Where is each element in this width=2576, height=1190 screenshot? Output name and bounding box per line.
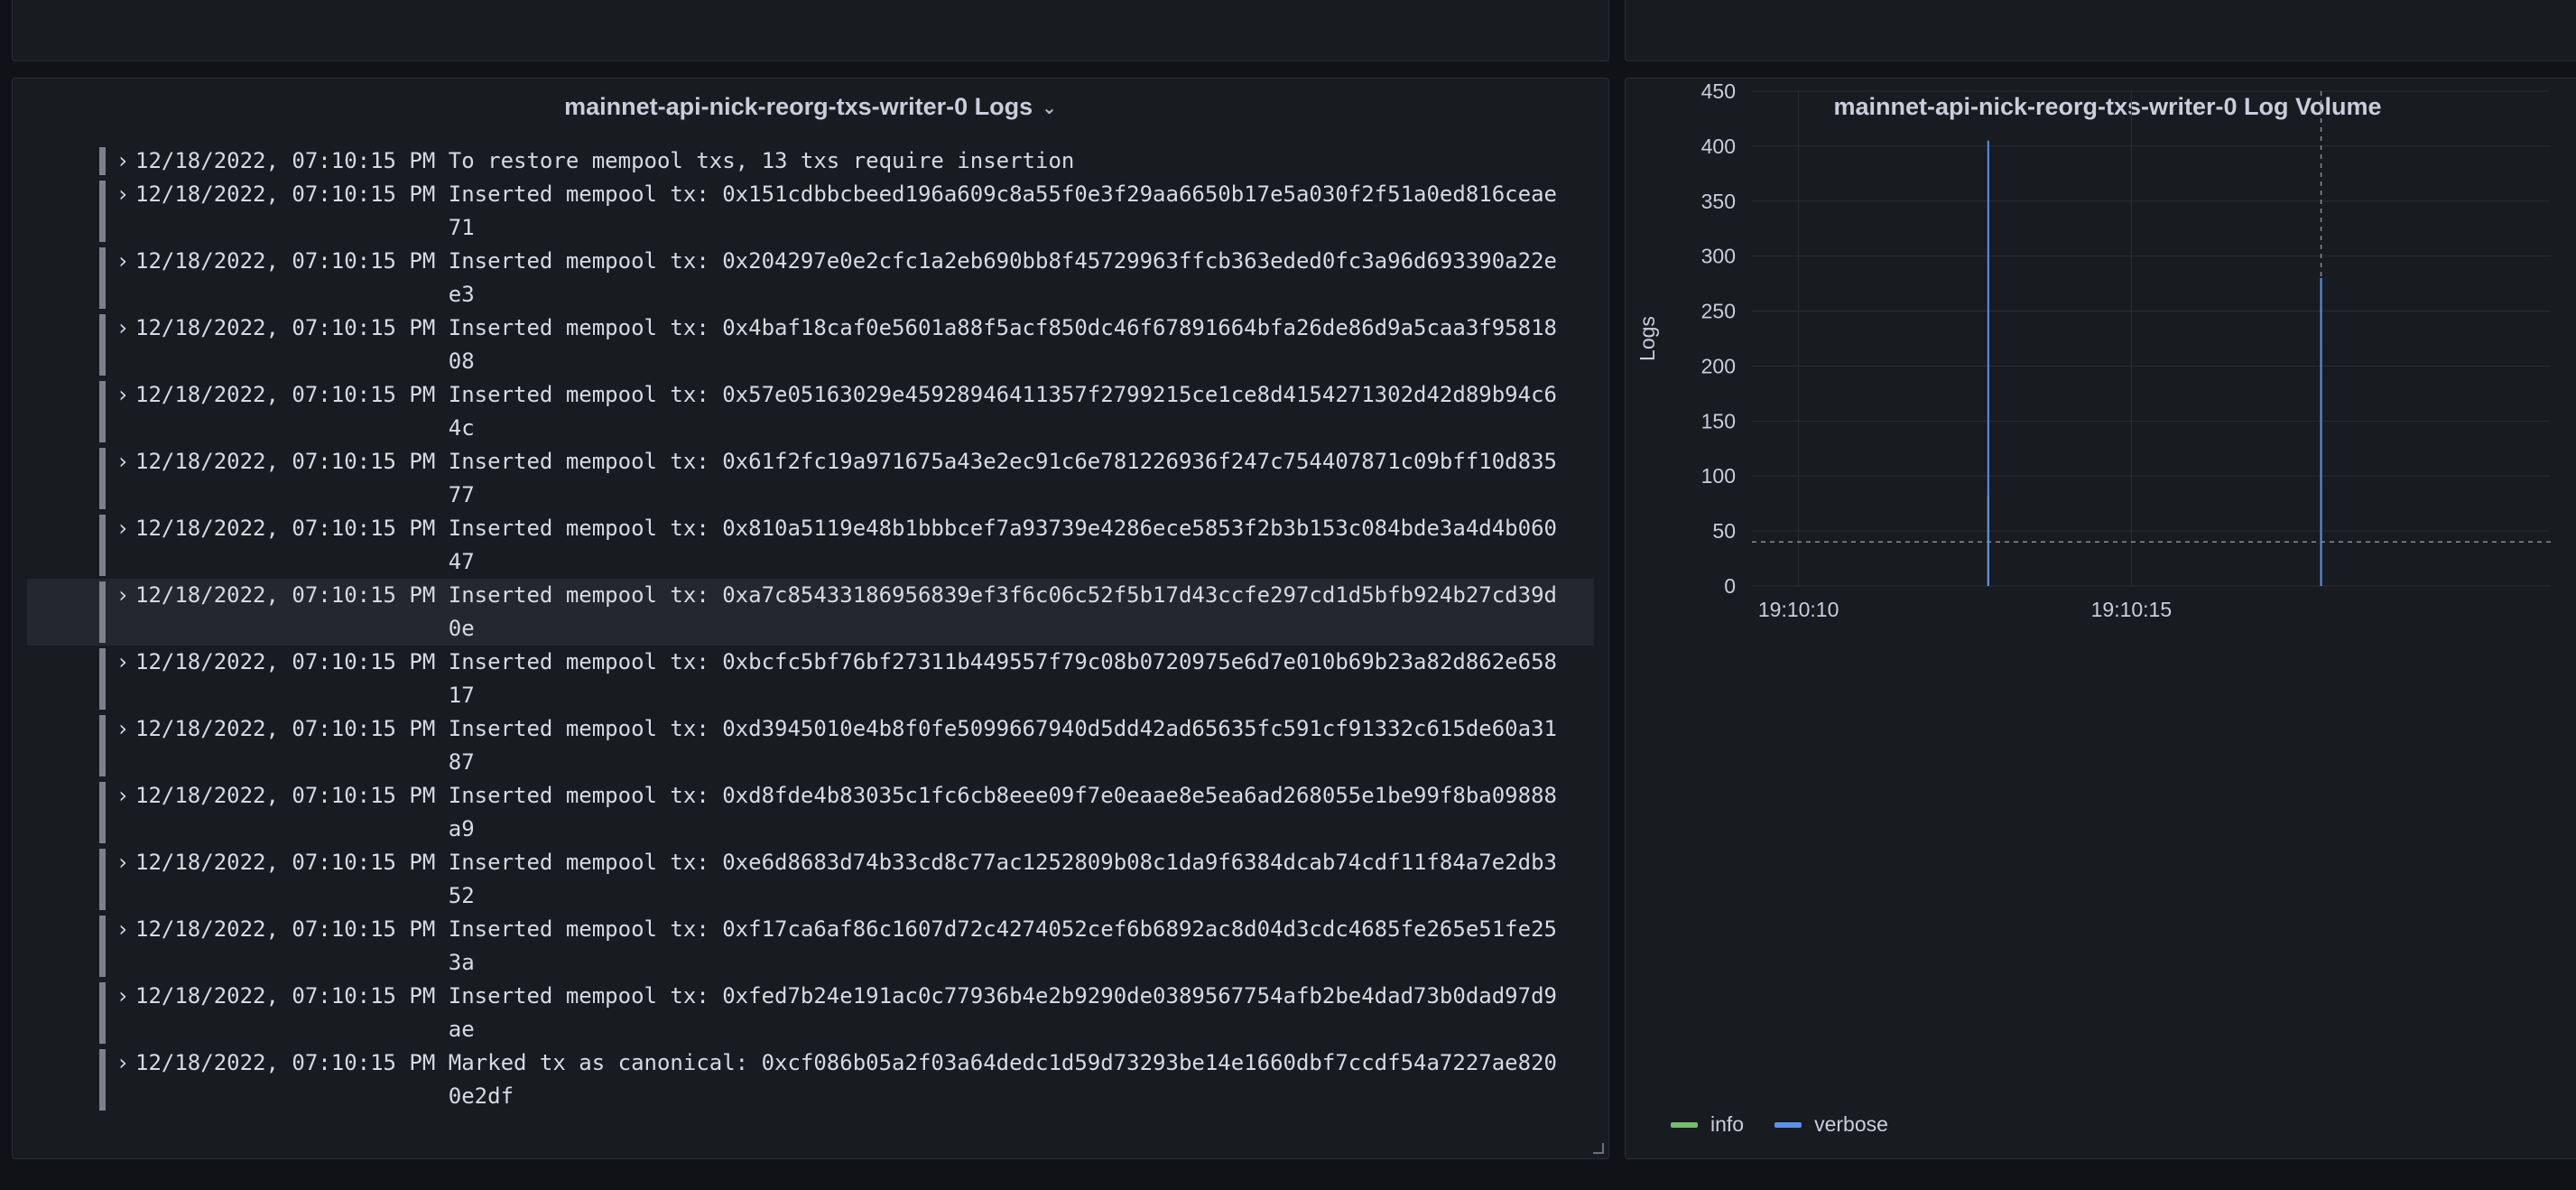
log-line-text: 12/18/2022, 07:10:15 PM Inserted mempool… [135,649,1557,708]
y-tick-label: 200 [1701,354,1736,377]
log-line-text: 12/18/2022, 07:10:15 PM Inserted mempool… [135,582,1557,641]
log-level-bar [99,849,106,910]
x-tick-label: 19:10:15 [2091,598,2173,621]
logs-panel-title: mainnet-api-nick-reorg-txs-writer-0 Logs [564,93,1033,120]
y-tick-label: 0 [1724,574,1736,598]
expand-chevron-icon[interactable]: › [110,980,135,1013]
log-line-text: 12/18/2022, 07:10:15 PM Inserted mempool… [135,315,1557,374]
y-tick-label: 50 [1712,519,1736,543]
expand-chevron-icon[interactable]: › [110,178,135,211]
log-row[interactable]: › 12/18/2022, 07:10:15 PM Inserted mempoo… [27,445,1594,512]
logs-panel: mainnet-api-nick-reorg-txs-writer-0 Logs… [12,78,1609,1159]
log-list[interactable]: 2›12/18/2022, 07:10:15 PM To restore mem… [27,145,1594,1148]
y-tick-label: 250 [1701,300,1736,323]
log-level-bar [99,916,106,977]
legend-swatch [1671,1121,1698,1128]
expand-chevron-icon[interactable]: › [110,145,135,178]
log-line-text: 12/18/2022, 07:10:15 PM Marked tx as can… [135,1050,1557,1109]
y-tick-label: 100 [1701,464,1736,488]
log-line-text: 12/18/2022, 07:10:15 PM Inserted mempool… [135,850,1557,908]
legend-item-verbose[interactable]: verbose [1774,1112,1888,1137]
log-level-bar [99,448,106,509]
log-row[interactable]: › 12/18/2022, 07:10:15 PM Inserted mempoo… [27,579,1594,646]
top-right-panel [1625,0,2576,61]
log-row[interactable]: › 12/18/2022, 07:10:15 PM Inserted mempoo… [27,178,1594,245]
log-row[interactable]: › 12/18/2022, 07:10:15 PM Inserted mempoo… [27,646,1594,712]
log-row[interactable]: › 12/18/2022, 07:10:15 PM Inserted mempoo… [27,779,1594,846]
log-row[interactable]: › 12/18/2022, 07:10:15 PM Inserted mempoo… [27,712,1594,779]
log-line-text: 12/18/2022, 07:10:15 PM Inserted mempool… [135,382,1557,441]
log-line-text: 12/18/2022, 07:10:15 PM Inserted mempool… [135,983,1557,1042]
chevron-down-icon[interactable]: ⌄ [1042,97,1057,119]
y-axis-label: Logs [1635,316,1659,361]
expand-chevron-icon[interactable]: › [110,512,135,545]
log-level-bar [99,715,106,776]
log-level-bar [99,982,106,1044]
log-level-bar [99,381,106,442]
log-volume-panel: mainnet-api-nick-reorg-txs-writer-0 Log … [1625,78,2576,1159]
log-level-bar [99,581,106,643]
expand-chevron-icon[interactable]: › [110,779,135,813]
x-tick-label: 19:10:10 [1758,598,1839,621]
chart-legend: info verbose [1671,1112,1888,1137]
expand-chevron-icon[interactable]: › [110,846,135,879]
y-tick-label: 350 [1701,190,1736,213]
log-row[interactable]: › 12/18/2022, 07:10:15 PM Inserted mempoo… [27,913,1594,980]
y-tick-label: 150 [1701,409,1736,432]
log-row[interactable]: › 12/18/2022, 07:10:15 PM Inserted mempoo… [27,846,1594,913]
log-row[interactable]: › 12/18/2022, 07:10:15 PM Inserted mempoo… [27,980,1594,1046]
expand-chevron-icon[interactable]: › [110,1046,135,1080]
legend-label: info [1710,1112,1745,1136]
log-level-bar [99,314,106,376]
log-line-text: 12/18/2022, 07:10:15 PM Inserted mempool… [135,181,1557,240]
y-tick-label: 300 [1701,245,1736,268]
log-level-bar [99,181,106,242]
log-level-bar [99,648,106,710]
expand-chevron-icon[interactable]: › [110,378,135,412]
top-left-panel [12,0,1609,61]
log-line-text: 12/18/2022, 07:10:15 PM Inserted mempool… [135,783,1557,841]
y-tick-label: 450 [1701,79,1736,103]
expand-chevron-icon[interactable]: › [110,712,135,746]
expand-chevron-icon[interactable]: › [110,646,135,679]
log-level-bar [99,247,106,309]
log-row[interactable]: › 12/18/2022, 07:10:15 PM Inserted mempoo… [27,245,1594,311]
log-line-text: 12/18/2022, 07:10:15 PM Inserted mempool… [135,716,1557,775]
log-row[interactable]: › 12/18/2022, 07:10:15 PM Inserted mempoo… [27,378,1594,445]
log-row[interactable]: › 12/18/2022, 07:10:15 PM Inserted mempoo… [27,311,1594,378]
legend-swatch [1774,1121,1802,1128]
log-row[interactable]: › 12/18/2022, 07:10:15 PM Inserted mempoo… [27,512,1594,579]
log-line-text: 12/18/2022, 07:10:15 PM Inserted mempool… [135,516,1557,574]
logs-panel-title-button[interactable]: mainnet-api-nick-reorg-txs-writer-0 Logs… [13,93,1608,121]
log-line-text: 12/18/2022, 07:10:15 PM To restore mempo… [135,148,1075,173]
log-line-text: 12/18/2022, 07:10:15 PM Inserted mempool… [135,916,1557,975]
log-level-bar [99,515,106,576]
expand-chevron-icon[interactable]: › [110,579,135,612]
resize-handle-icon[interactable] [1593,1143,1604,1154]
expand-chevron-icon[interactable]: › [110,913,135,946]
y-tick-label: 400 [1701,135,1736,158]
log-row[interactable]: › 12/18/2022, 07:10:15 PM To restore memp… [27,145,1594,178]
log-line-text: 12/18/2022, 07:10:15 PM Inserted mempool… [135,248,1557,307]
log-level-bar [99,1049,106,1111]
expand-chevron-icon[interactable]: › [110,245,135,278]
expand-chevron-icon[interactable]: › [110,445,135,479]
legend-label: verbose [1814,1112,1888,1136]
log-row[interactable]: › 12/18/2022, 07:10:15 PM Marked tx as ca… [27,1046,1594,1113]
log-level-bar [99,782,106,843]
log-line-text: 12/18/2022, 07:10:15 PM Inserted mempool… [135,449,1557,507]
log-volume-chart: 0 50 100 150 200 250 300 350 400 450 19:10:10 19:10… [1635,79,2551,621]
expand-chevron-icon[interactable]: › [110,311,135,345]
legend-item-info[interactable]: info [1671,1112,1744,1137]
log-level-bar [99,147,106,175]
